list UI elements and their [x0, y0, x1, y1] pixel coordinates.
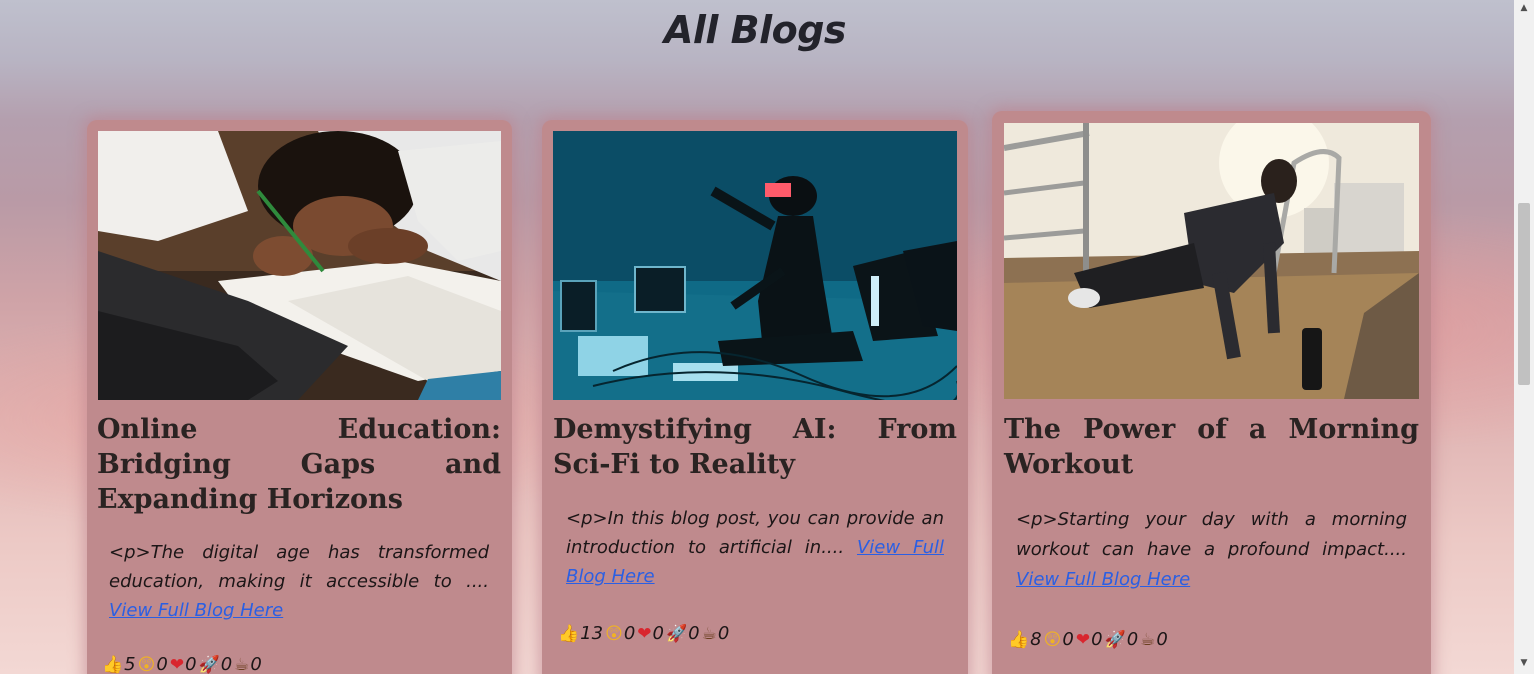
reaction-wow[interactable]: 😲 0	[605, 623, 635, 644]
reaction-love[interactable]: ❤ 0	[1076, 629, 1103, 650]
rocket-icon: 🚀	[665, 623, 688, 644]
thumbs-up-icon: 👍	[102, 654, 124, 674]
reaction-coffee[interactable]: ☕ 0	[702, 623, 730, 644]
reaction-count: 0	[185, 654, 197, 674]
reaction-wow[interactable]: 😲 0	[1044, 629, 1074, 650]
reaction-count: 0	[156, 654, 168, 674]
reaction-wow[interactable]: 😲 0	[138, 654, 168, 674]
reaction-like[interactable]: 👍 8	[1008, 629, 1042, 650]
coffee-icon: ☕	[234, 654, 250, 674]
reaction-count: 5	[124, 654, 136, 674]
reaction-count: 0	[1126, 629, 1139, 650]
rocket-icon: 🚀	[1104, 629, 1126, 650]
blog-card: Demystifying AI: From Sci-Fi to Reality …	[542, 120, 968, 674]
scroll-up-arrow-icon[interactable]: ▲	[1514, 0, 1534, 17]
heart-icon: ❤	[637, 623, 652, 644]
coffee-icon: ☕	[1140, 629, 1156, 650]
reaction-count: 0	[717, 623, 730, 644]
thumbs-up-icon: 👍	[1008, 629, 1030, 650]
reaction-count: 0	[652, 623, 664, 644]
reaction-love[interactable]: ❤ 0	[170, 654, 197, 674]
reaction-coffee[interactable]: ☕ 0	[234, 654, 262, 674]
reaction-count: 0	[1156, 629, 1168, 650]
reaction-count: 0	[220, 654, 233, 674]
reaction-count: 0	[688, 623, 700, 644]
blog-title: The Power of a Morning Workout	[1004, 414, 1419, 480]
page-title: All Blogs	[663, 8, 847, 52]
wow-face-icon: 😲	[1043, 629, 1062, 650]
heart-icon: ❤	[169, 654, 185, 674]
reaction-count: 0	[1091, 629, 1103, 650]
reaction-count: 8	[1030, 629, 1042, 650]
scroll-down-arrow-icon[interactable]: ▼	[1514, 655, 1534, 672]
view-full-blog-link[interactable]: View Full Blog Here	[1016, 569, 1190, 590]
reaction-count: 0	[623, 623, 636, 644]
reaction-count: 13	[580, 623, 604, 644]
blog-excerpt-text: <p>Starting your day with a morning work…	[1016, 509, 1407, 560]
reaction-rocket[interactable]: 🚀 0	[1105, 629, 1139, 650]
blog-image[interactable]	[1004, 123, 1419, 399]
scrollbar-thumb[interactable]	[1518, 203, 1530, 385]
blog-card: The Power of a Morning Workout <p>Starti…	[992, 111, 1431, 674]
blog-card: Online Education: Bridging Gaps and Expa…	[87, 120, 512, 674]
blog-image[interactable]	[553, 131, 957, 400]
wow-face-icon: 😲	[137, 654, 156, 674]
wow-face-icon: 😲	[605, 623, 623, 644]
reaction-bar: 👍 5 😲 0 ❤ 0 🚀 0 ☕ 0	[102, 654, 262, 674]
reaction-like[interactable]: 👍 13	[558, 623, 603, 644]
heart-icon: ❤	[1075, 629, 1091, 650]
blog-image[interactable]	[98, 131, 501, 400]
reaction-like[interactable]: 👍 5	[102, 654, 136, 674]
reaction-bar: 👍 8 😲 0 ❤ 0 🚀 0 ☕ 0	[1008, 629, 1168, 650]
reaction-rocket[interactable]: 🚀 0	[199, 654, 233, 674]
blog-title: Demystifying AI: From Sci-Fi to Reality	[553, 414, 957, 480]
blog-excerpt: <p>Starting your day with a morning work…	[1016, 505, 1407, 595]
reaction-bar: 👍 13 😲 0 ❤ 0 🚀 0 ☕ 0	[558, 623, 729, 644]
reaction-rocket[interactable]: 🚀 0	[666, 623, 700, 644]
reaction-count: 0	[250, 654, 262, 674]
blog-excerpt-text: <p>The digital age has transformed educa…	[109, 542, 489, 592]
coffee-icon: ☕	[701, 623, 717, 644]
blog-excerpt: <p>The digital age has transformed educa…	[109, 538, 489, 625]
vertical-scrollbar[interactable]: ▲ ▼	[1514, 0, 1534, 674]
reaction-count: 0	[1062, 629, 1074, 650]
reaction-love[interactable]: ❤ 0	[637, 623, 664, 644]
reaction-coffee[interactable]: ☕ 0	[1140, 629, 1168, 650]
blog-excerpt: <p>In this blog post, you can provide an…	[566, 504, 944, 591]
thumbs-up-icon: 👍	[558, 623, 580, 644]
view-full-blog-link[interactable]: View Full Blog Here	[109, 600, 283, 621]
blog-title: Online Education: Bridging Gaps and Expa…	[97, 414, 501, 515]
rocket-icon: 🚀	[198, 654, 220, 674]
